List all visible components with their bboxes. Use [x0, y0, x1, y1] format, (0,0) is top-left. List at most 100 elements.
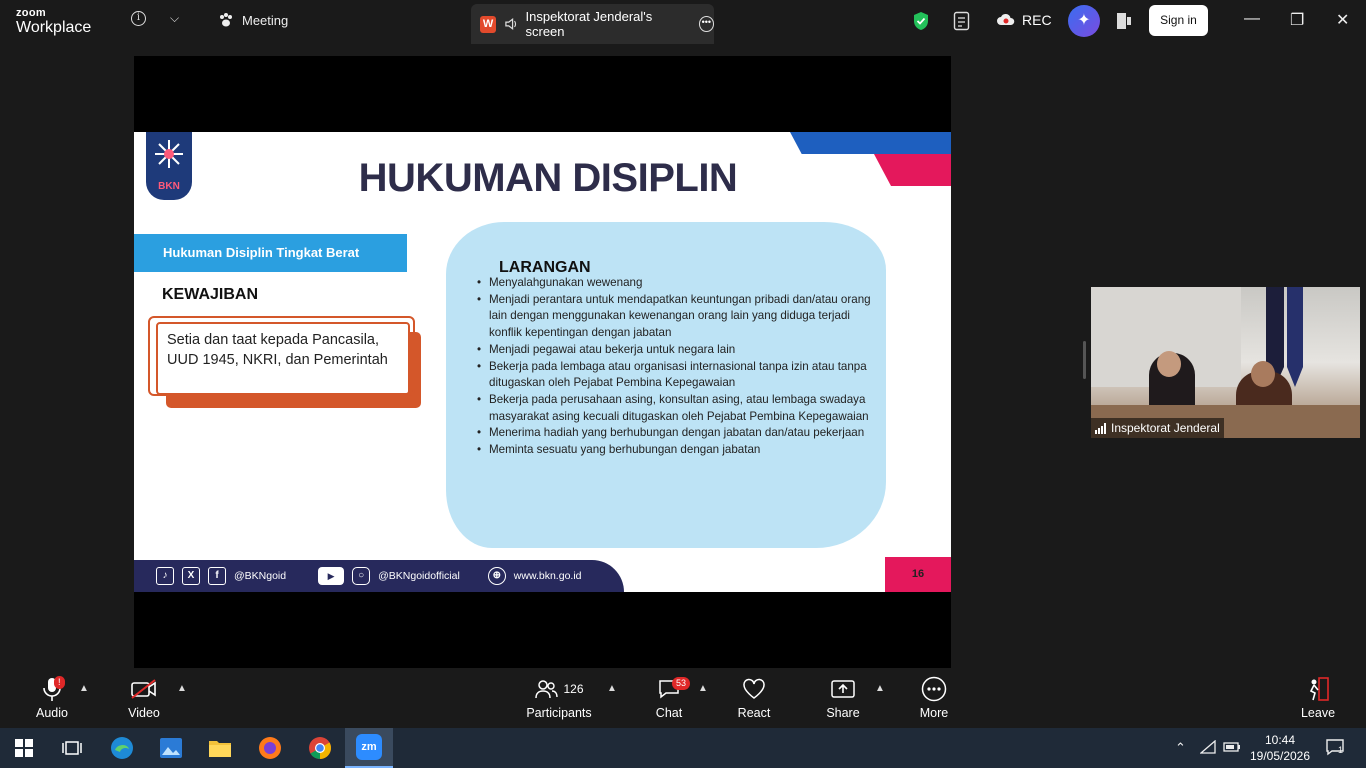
chat-button[interactable]: 53 Chat [652, 676, 691, 720]
battery-icon[interactable] [1223, 740, 1241, 754]
footer-handle-official: @BKNgoidofficial [378, 570, 460, 582]
panel-resize-handle[interactable] [1083, 341, 1086, 379]
larangan-item: Menjadi pegawai atau bekerja untuk negar… [477, 342, 877, 359]
audio-label: Audio [36, 706, 68, 720]
participants-label: Participants [526, 706, 592, 720]
taskbar-zoom[interactable]: zm [345, 728, 393, 768]
taskbar-firefox[interactable] [246, 728, 294, 768]
notification-center[interactable]: 1 [1325, 738, 1345, 759]
share-label: Share [826, 706, 860, 720]
react-button[interactable]: React [734, 676, 774, 720]
participant-name: Inspektorat Jenderal [1111, 421, 1220, 435]
globe-icon: ⊕ [487, 567, 506, 585]
minimize-to-panel-icon[interactable] [1116, 12, 1132, 30]
chat-unread-badge: 53 [672, 677, 691, 690]
edge-icon [111, 737, 133, 759]
tab-meeting[interactable]: Meeting [218, 12, 288, 28]
sign-in-button[interactable]: Sign in [1149, 5, 1208, 36]
speaker-icon[interactable] [504, 17, 517, 31]
tab-shared-screen[interactable]: W Inspektorat Jenderal's screen ••• [471, 4, 715, 44]
video-label: Video [128, 706, 160, 720]
taskbar-file-explorer[interactable] [196, 728, 244, 768]
video-button[interactable]: Video [124, 676, 164, 720]
footer-handle: @BKNgoid [234, 570, 287, 582]
sparkle-icon: ✦ [1077, 12, 1091, 29]
windows-taskbar: zm ⌃ 10:44 19/05/2026 1 [0, 728, 1366, 768]
show-hidden-icons[interactable]: ⌃ [1175, 740, 1186, 756]
tiktok-icon: ♪ [156, 567, 174, 585]
participants-icon [535, 680, 559, 699]
taskbar-photos[interactable] [147, 728, 195, 768]
audio-button[interactable]: ! Audio [32, 676, 72, 720]
network-icon[interactable] [1200, 740, 1216, 754]
start-button[interactable] [0, 728, 48, 768]
more-label: More [919, 706, 949, 720]
video-off-icon [131, 679, 156, 699]
logo-workplace-text: Workplace [16, 19, 92, 36]
tab-meeting-label: Meeting [242, 12, 289, 28]
zoom-app-label: zm [361, 741, 377, 753]
cloud-record-icon [997, 13, 1015, 25]
larangan-item: Menyalahgunakan wewenang [477, 275, 877, 292]
security-shield-icon[interactable] [913, 11, 929, 31]
close-window-icon[interactable]: ✕ [1336, 10, 1349, 30]
taskbar-clock[interactable]: 10:44 19/05/2026 [1244, 732, 1316, 764]
start-icon [15, 739, 33, 757]
kewajiban-box: Setia dan taat kepada Pancasila, UUD 194… [156, 322, 410, 395]
leave-icon [1309, 677, 1329, 701]
firefox-icon [259, 737, 281, 759]
taskbar-edge[interactable] [98, 728, 146, 768]
video-options-chevron-icon[interactable]: ▲ [177, 683, 187, 694]
audio-warning-badge: ! [54, 676, 65, 689]
clock-time: 10:44 [1264, 733, 1296, 747]
youtube-icon: ▶ [318, 567, 345, 585]
file-explorer-icon [209, 741, 231, 757]
share-button[interactable]: Share [823, 676, 863, 720]
chevron-down-icon[interactable]: ⌵ [170, 11, 179, 26]
logo-zoom-text: zoom [16, 7, 46, 19]
ai-companion-button[interactable]: ✦ [1068, 5, 1100, 37]
facebook-icon: f [208, 567, 226, 585]
notes-icon[interactable] [953, 11, 971, 31]
slide-corner-blue [790, 132, 951, 154]
leave-button[interactable]: Leave [1298, 676, 1338, 720]
shared-slide: BKN HUKUMAN DISIPLIN Hukuman Disiplin Ti… [134, 132, 951, 592]
participants-options-chevron-icon[interactable]: ▲ [607, 683, 617, 694]
audio-options-chevron-icon[interactable]: ▲ [79, 683, 89, 694]
share-screen-icon [831, 680, 855, 698]
participant-name-label: Inspektorat Jenderal [1091, 418, 1224, 438]
video-person-head [1251, 361, 1275, 387]
leave-label: Leave [1300, 706, 1336, 720]
instagram-icon: ○ [352, 567, 371, 585]
participants-count: 126 [563, 682, 584, 696]
participants-button[interactable]: 126 Participants [522, 676, 596, 720]
task-view-button[interactable] [48, 728, 96, 768]
more-button[interactable]: More [914, 676, 954, 720]
larangan-list: Menyalahgunakan wewenang Menjadi peranta… [477, 275, 877, 459]
x-twitter-icon: X [182, 567, 200, 585]
meeting-toolbar: ! Audio ▲ Video ▲ 126 Participants ▲ 53 … [0, 668, 1366, 728]
photos-icon [160, 738, 182, 758]
clock-date: 19/05/2026 [1249, 749, 1311, 763]
chat-options-chevron-icon[interactable]: ▲ [698, 683, 708, 694]
notification-count: 1 [1338, 745, 1344, 755]
record-button[interactable]: REC [996, 12, 1052, 28]
more-options-icon[interactable]: ••• [698, 16, 715, 32]
zoom-workplace-logo: zoom Workplace [16, 8, 91, 36]
slide-page-number: 16 [885, 557, 951, 592]
more-icon [921, 676, 947, 702]
larangan-item: Menerima hadiah yang berhubungan dengan … [477, 425, 877, 442]
participant-video-tile[interactable]: Inspektorat Jenderal [1091, 287, 1360, 438]
share-options-chevron-icon[interactable]: ▲ [875, 683, 885, 694]
slide-title: HUKUMAN DISIPLIN [358, 156, 738, 200]
video-flag [1287, 287, 1303, 387]
subtitle-banner: Hukuman Disiplin Tingkat Berat [134, 234, 407, 272]
info-icon[interactable]: i [131, 11, 146, 26]
taskbar-chrome[interactable] [296, 728, 344, 768]
restore-window-icon[interactable]: ❐ [1290, 10, 1304, 30]
signal-strength-icon [1095, 422, 1106, 434]
minimize-window-icon[interactable]: — [1244, 10, 1260, 28]
task-view-icon [62, 741, 82, 755]
chrome-icon [309, 737, 331, 759]
chat-label: Chat [655, 706, 683, 720]
